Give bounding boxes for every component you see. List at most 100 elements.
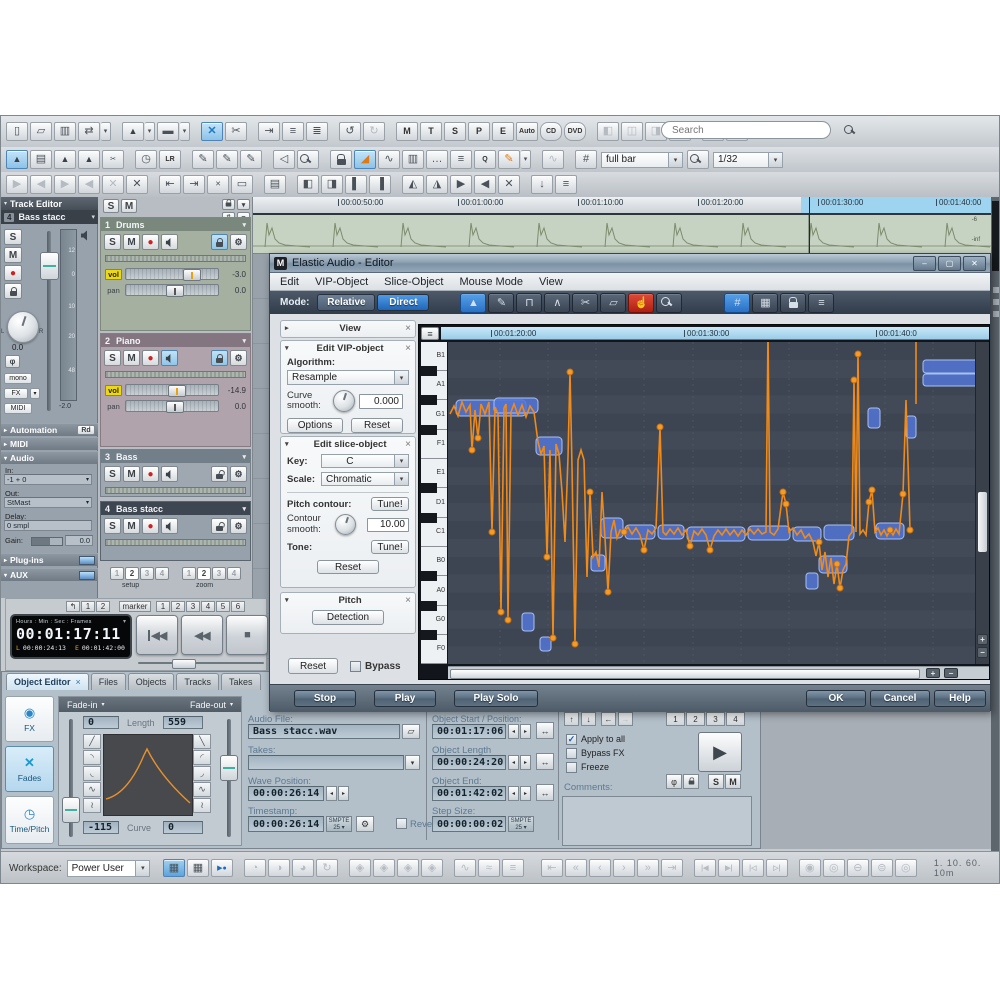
tune-tone-button[interactable]: Tune! (371, 540, 409, 554)
wave-zoom-alt-icon[interactable]: ≈ (478, 859, 500, 877)
undo-icon[interactable]: ↺ (339, 122, 361, 141)
master-solo-button[interactable]: S (103, 199, 119, 213)
chevron-down-icon[interactable]: ▾ (394, 371, 408, 384)
marker-3-button[interactable]: 3 (186, 601, 200, 612)
timestamp-field[interactable]: 00:00:26:14 (248, 816, 324, 832)
mute-button[interactable]: M (123, 234, 140, 250)
draw-pan-icon[interactable]: ✎ (216, 150, 238, 169)
plugins-led[interactable] (79, 556, 95, 565)
velocity-display-icon[interactable]: ▦ (752, 293, 778, 313)
next-object-down-icon[interactable]: ↓ (581, 712, 596, 726)
expand-icon[interactable]: ▸ (285, 324, 295, 332)
mute-button[interactable]: M (123, 350, 140, 366)
lock-button[interactable] (211, 518, 228, 534)
align-tracks-icon[interactable]: ≣ (306, 122, 328, 141)
prev-object-icon[interactable]: |◀ (694, 859, 716, 877)
stop-range-icon[interactable]: ◀ (78, 175, 100, 194)
prev-object-up-icon[interactable]: ↑ (564, 712, 579, 726)
chevron-down-icon[interactable]: ▾ (242, 221, 246, 229)
solo-button[interactable]: S (104, 466, 121, 482)
save-project-icon[interactable]: ▥ (54, 122, 76, 141)
dvd-button[interactable]: DVD (564, 122, 586, 141)
help-button[interactable]: Help (934, 690, 986, 707)
phase-button[interactable]: φ (5, 355, 20, 368)
piano-key-black[interactable] (421, 483, 437, 493)
next-marker-icon[interactable]: ▷| (766, 859, 788, 877)
record-arm-button[interactable]: ● (142, 234, 159, 250)
disk-monitor-icon[interactable]: ◑ (268, 859, 290, 877)
go-project-end-icon[interactable]: ⇥ (661, 859, 683, 877)
zoom-tool-icon[interactable] (656, 293, 682, 313)
algorithm-select[interactable]: Resample ▾ (287, 370, 409, 385)
tab-object-editor[interactable]: Object Editor × (6, 673, 89, 690)
piano-key-black[interactable] (421, 571, 437, 581)
record-arm-button[interactable]: ● (142, 518, 159, 534)
chevron-down-icon[interactable]: ▾ (768, 153, 782, 167)
object-to-start-icon[interactable]: ◧ (297, 175, 319, 194)
timeline-ruler[interactable]: 00:00:50:00 00:01:00:00 00:01:10:00 00:0… (253, 197, 991, 215)
preview-play-button[interactable]: ▶ (698, 732, 742, 772)
range-select-tool-icon[interactable]: ▲ (54, 150, 76, 169)
volume-handle[interactable] (168, 385, 186, 397)
zoom-1-button[interactable]: 1 (182, 567, 196, 580)
cd-track-marker-icon[interactable]: ◧ (597, 122, 619, 141)
spin-right-icon[interactable]: ▸ (338, 786, 349, 801)
waveform-track-lane[interactable]: -6 -inf (253, 215, 991, 254)
comments-box[interactable] (562, 796, 752, 846)
collapse-icon[interactable]: ▾ (285, 596, 295, 604)
universal-tool-icon[interactable]: ▲ (6, 150, 28, 169)
next-object-right-icon[interactable]: → (618, 712, 633, 726)
setup-1-button[interactable]: 1 (110, 567, 124, 580)
spin-right-icon[interactable]: ▸ (520, 755, 531, 770)
crossfade-editor-icon[interactable]: ✕ (201, 122, 223, 141)
object-nav-icon[interactable]: ◈ (373, 859, 395, 877)
shuttle-slider[interactable] (138, 659, 264, 667)
cpu-monitor-icon[interactable]: ◔ (244, 859, 266, 877)
lock-button[interactable] (211, 466, 228, 482)
menu-view[interactable]: View (539, 276, 563, 288)
sidebar-item-fades[interactable]: ✕ Fades (5, 746, 54, 792)
zoom-3-button[interactable]: 3 (212, 567, 226, 580)
object-solo-button[interactable]: S (708, 774, 724, 789)
marker-label-button[interactable]: marker (119, 601, 151, 612)
zoom-out-icon[interactable]: ◎ (823, 859, 845, 877)
rewind-button[interactable]: ◀◀ (181, 615, 223, 655)
marker-2-button[interactable]: 2 (171, 601, 185, 612)
object-mute-button[interactable]: M (725, 774, 741, 789)
selected-track-row[interactable]: 4 Bass stacc ▾ (1, 210, 98, 224)
track-header-bass[interactable]: 3 Bass ▾ S M ● ⚙ (100, 449, 251, 497)
audio-in-field[interactable]: -1 + 0 ▾ (4, 474, 92, 485)
dropdown-icon[interactable]: ▾ (101, 122, 111, 141)
smpte-format-select[interactable]: SMPTE 25 ▾ (508, 816, 534, 832)
volume-handle[interactable] (183, 269, 201, 281)
close-icon[interactable]: × (76, 677, 81, 687)
zoom-in-icon[interactable]: ◉ (799, 859, 821, 877)
section-audio[interactable]: ▾ Audio (1, 451, 98, 464)
pan-slider[interactable] (125, 400, 219, 412)
editor-vscrollbar[interactable]: + − (975, 342, 989, 664)
zoom-out-button[interactable]: − (977, 647, 988, 658)
track-settings-gear-icon[interactable]: ⚙ (230, 234, 247, 250)
open-project-icon[interactable]: ▱ (30, 122, 52, 141)
new-project-icon[interactable]: ▯ (6, 122, 28, 141)
object-start-field[interactable]: 00:01:17:06 (432, 724, 506, 739)
search-input[interactable] (670, 124, 822, 137)
fx-dropdown-icon[interactable]: ▾ (30, 388, 40, 399)
envelope-tool-icon[interactable]: ∿ (378, 150, 400, 169)
wave-position-field[interactable]: 00:00:26:14 (248, 786, 324, 801)
zoom-in-button[interactable]: + (977, 634, 988, 645)
object-select-tool-icon[interactable]: ▤ (30, 150, 52, 169)
smpte-format-select[interactable]: SMPTE 25 ▾ (326, 816, 352, 832)
move-object-icon[interactable]: ↔ (536, 722, 554, 739)
tab-takes[interactable]: Takes (221, 673, 261, 690)
record-enable-button[interactable]: E (492, 122, 514, 141)
volume-slider[interactable] (125, 268, 219, 280)
mode-direct-button[interactable]: Direct (377, 294, 429, 311)
audio-out-field[interactable]: StMast ▾ (4, 497, 92, 508)
auto-button[interactable]: Auto (516, 122, 538, 141)
zoom-4-button[interactable]: 4 (227, 567, 241, 580)
stop-object-icon[interactable]: ◀ (474, 175, 496, 194)
fade-in-dropdown[interactable]: Fade-in (67, 700, 98, 710)
timestamp-gear-icon[interactable]: ⚙ (356, 816, 374, 832)
pitch-editor-canvas[interactable] (448, 342, 989, 664)
